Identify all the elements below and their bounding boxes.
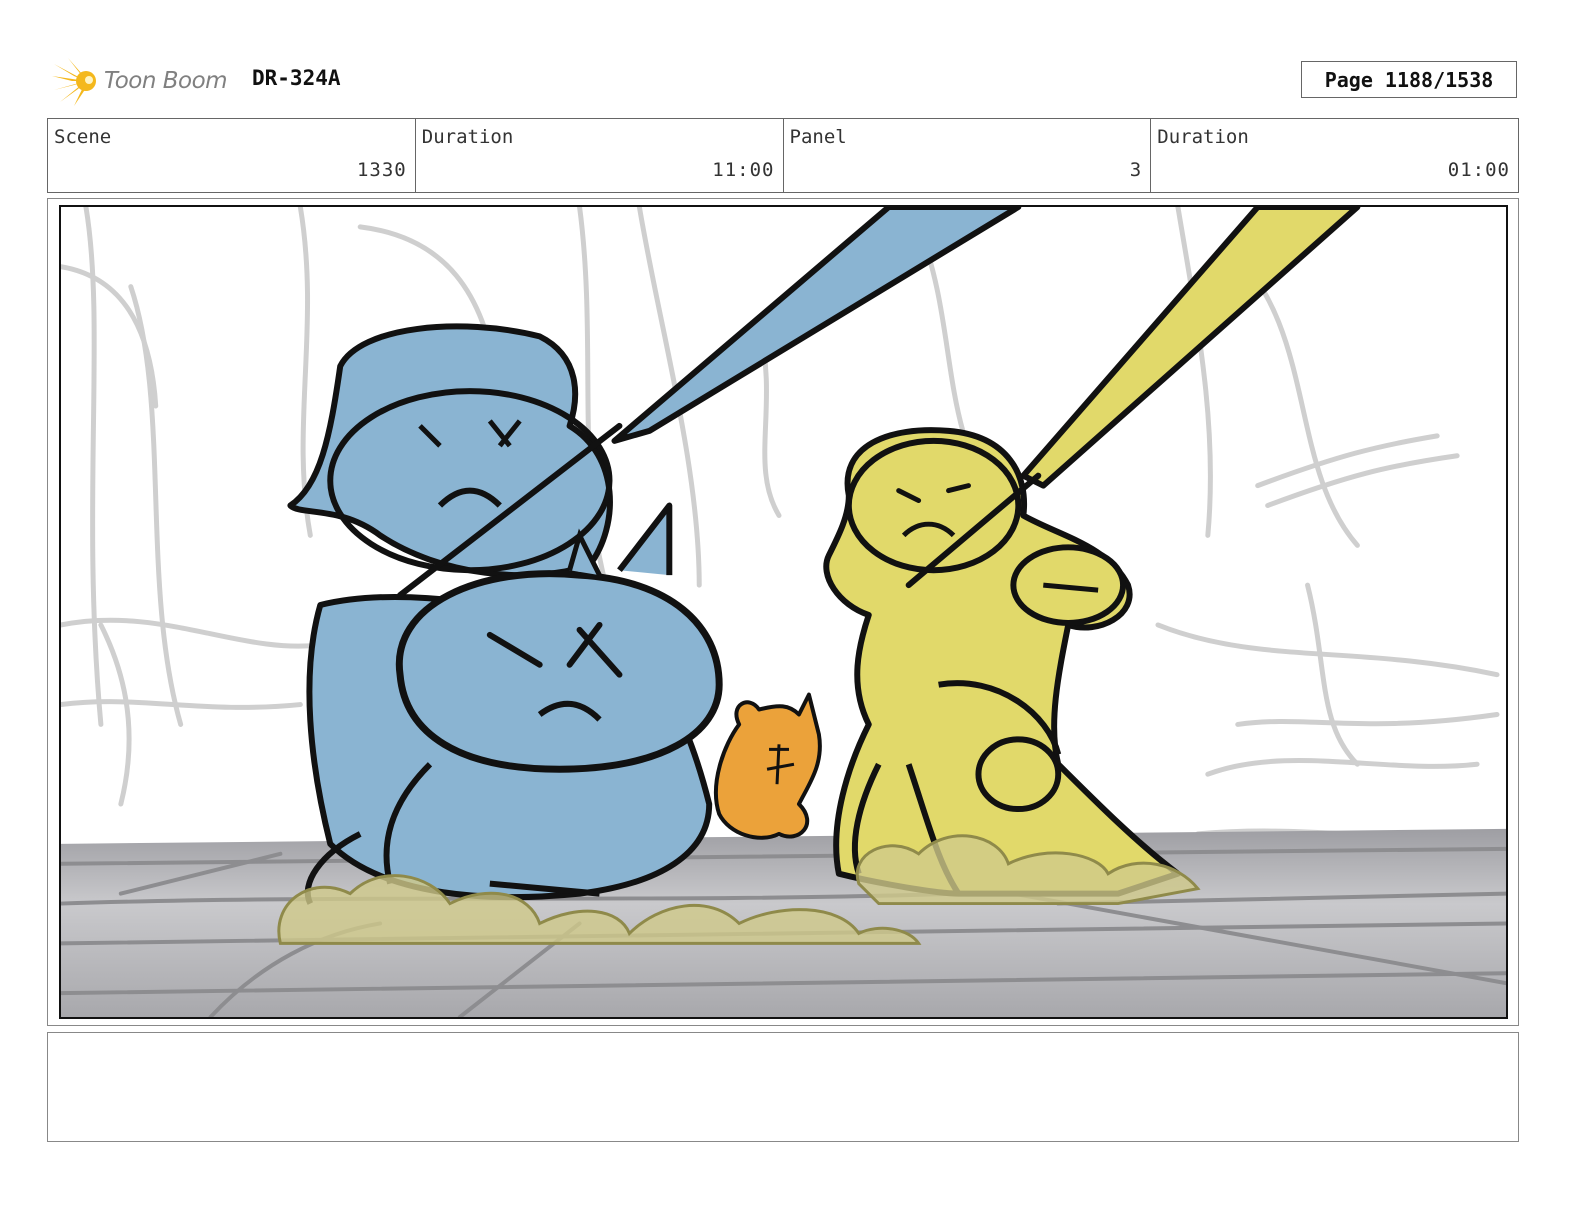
panel-notes-box [47,1032,1519,1142]
panel-duration-cell: Duration 01:00 [1150,119,1518,192]
storyboard-sketch-icon [61,207,1506,1017]
page-indicator: Page 1188/1538 [1301,61,1517,98]
scene-duration-label: Duration [421,126,514,148]
scene-cell: Scene 1330 [48,119,415,192]
yellow-character [823,427,1181,897]
scene-duration-cell: Duration 11:00 [414,119,783,192]
scene-value: 1330 [356,159,407,181]
scene-label: Scene [54,126,112,148]
storyboard-panel-image [59,205,1508,1019]
logo-text: Toon Boom [104,68,228,94]
panel-duration-label: Duration [1157,126,1249,148]
production-code: DR-324A [252,66,341,90]
panel-cell: Panel 3 [782,119,1151,192]
panel-label: Panel [789,126,847,148]
burst-logo-icon [52,58,96,106]
panel-value: 3 [1129,159,1143,181]
scene-duration-value: 11:00 [712,159,775,181]
toon-boom-logo: Toon Boom [52,56,228,106]
panel-duration-value: 01:00 [1447,159,1510,181]
yellow-spear [1020,207,1361,489]
scene-info-table: Scene 1330 Duration 11:00 Panel 3 Durati… [47,118,1519,193]
orange-creature [713,692,822,840]
